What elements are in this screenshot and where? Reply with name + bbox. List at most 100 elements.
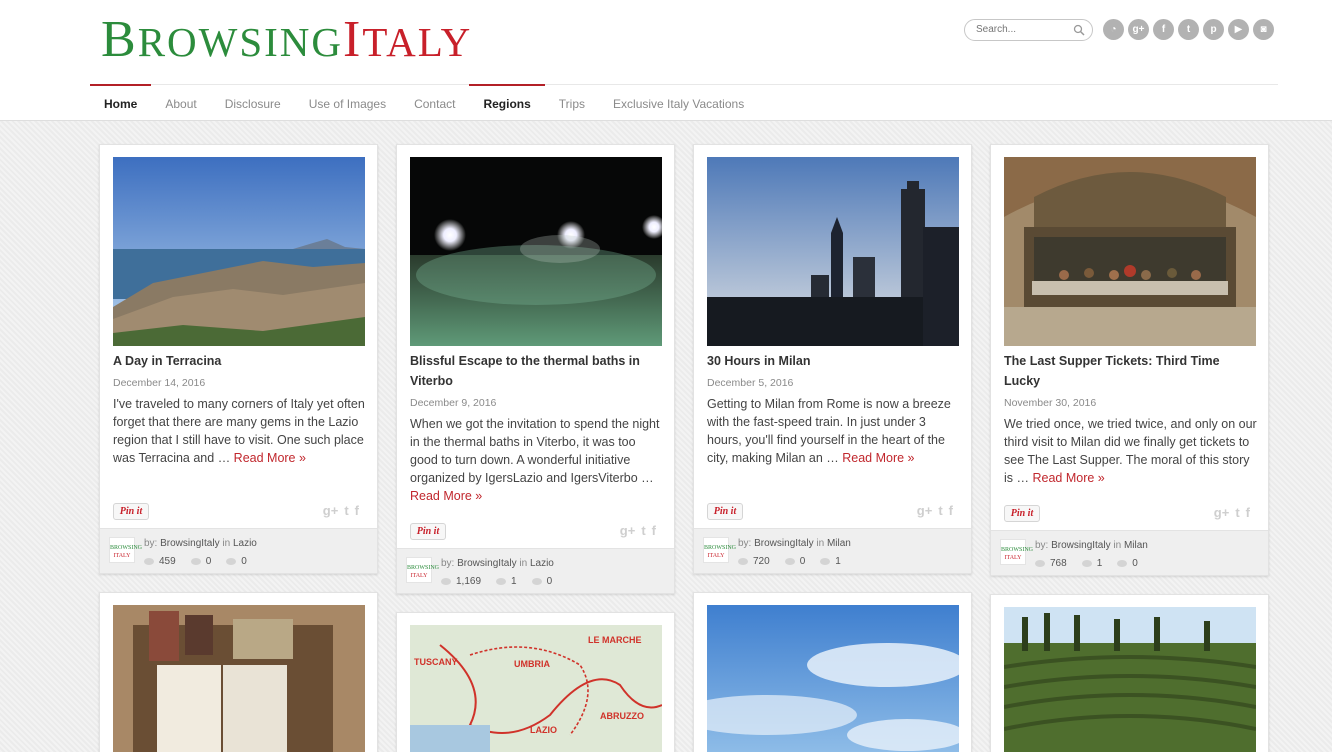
facebook-share-icon[interactable]: f [355, 503, 359, 518]
category-link[interactable]: Lazio [530, 558, 554, 569]
author-link[interactable]: BrowsingItaly [1051, 540, 1110, 551]
search-box[interactable] [964, 19, 1093, 41]
post-footer: BROWSING ITALY by: BrowsingItaly in Milan… [694, 528, 971, 573]
post-thumbnail[interactable] [1004, 607, 1256, 752]
post-byline: by: BrowsingItaly in Lazio [441, 558, 554, 569]
views-count: 720 [753, 556, 770, 567]
nav-use-of-images[interactable]: Use of Images [295, 84, 400, 121]
nav-exclusive-italy-vacations[interactable]: Exclusive Italy Vacations [599, 84, 758, 121]
author-link[interactable]: BrowsingItaly [457, 558, 516, 569]
facebook-share-icon[interactable]: f [1246, 505, 1250, 520]
post-thumbnail[interactable] [113, 605, 365, 752]
share-icons: g+ t f [323, 503, 359, 518]
facebook-share-icon[interactable]: f [652, 523, 656, 538]
author-link[interactable]: BrowsingItaly [160, 538, 219, 549]
search-icon[interactable] [1073, 24, 1085, 36]
post-title[interactable]: A Day in Terracina [113, 351, 365, 371]
pin-it-button[interactable]: Pin it [707, 503, 743, 520]
nav-disclosure[interactable]: Disclosure [211, 84, 295, 121]
post-thumbnail[interactable] [113, 157, 365, 346]
category-link[interactable]: Milan [1124, 540, 1148, 551]
pin-it-button[interactable]: Pin it [113, 503, 149, 520]
map-label-umbria: UMBRIA [514, 659, 550, 669]
post-thumbnail[interactable] [707, 605, 959, 752]
pinterest-icon[interactable]: p [1203, 19, 1224, 40]
comments-icon [496, 578, 507, 585]
google-plus-share-icon[interactable]: g+ [917, 503, 933, 518]
comments-count: 0 [799, 556, 806, 567]
likes-icon[interactable] [1117, 560, 1128, 567]
category-link[interactable]: Milan [827, 538, 851, 549]
comments-count: 1 [511, 576, 517, 587]
post-title[interactable]: 30 Hours in Milan [707, 351, 959, 371]
post-byline: by: BrowsingItaly in Milan [1035, 540, 1148, 551]
likes-icon[interactable] [820, 558, 831, 565]
site-logo[interactable]: BROWSINGITALY [101, 10, 472, 72]
post-card: LE MARCHE TUSCANY UMBRIA ABRUZZO LAZIO [396, 612, 675, 752]
facebook-icon[interactable]: f [1153, 19, 1174, 40]
nav-trips[interactable]: Trips [545, 84, 599, 121]
read-more-link[interactable]: Read More » [1032, 471, 1104, 485]
post-stats: 1,169 1 0 [441, 576, 552, 587]
post-date: December 9, 2016 [410, 397, 497, 409]
post-thumbnail[interactable]: LE MARCHE TUSCANY UMBRIA ABRUZZO LAZIO [410, 625, 662, 752]
google-plus-share-icon[interactable]: g+ [1214, 505, 1230, 520]
nav-contact[interactable]: Contact [400, 84, 469, 121]
share-icons: g+ t f [917, 503, 953, 518]
likes-icon[interactable] [531, 578, 542, 585]
read-more-link[interactable]: Read More » [410, 489, 482, 503]
post-thumbnail[interactable] [707, 157, 959, 346]
pin-it-button[interactable]: Pin it [410, 523, 446, 540]
category-link[interactable]: Lazio [233, 538, 257, 549]
search-input[interactable] [976, 24, 1071, 35]
share-icons: g+ t f [1214, 505, 1250, 520]
comments-icon [1081, 560, 1092, 567]
views-count: 459 [159, 556, 176, 567]
post-stats: 720 0 1 [738, 556, 841, 567]
instagram-icon[interactable]: ◙ [1253, 19, 1274, 40]
post-title[interactable]: Blissful Escape to the thermal baths in … [410, 351, 662, 391]
post-byline: by: BrowsingItaly in Milan [738, 538, 851, 549]
facebook-share-icon[interactable]: f [949, 503, 953, 518]
author-link[interactable]: BrowsingItaly [754, 538, 813, 549]
google-plus-share-icon[interactable]: g+ [620, 523, 636, 538]
post-thumbnail[interactable] [410, 157, 662, 346]
post-footer: BROWSING ITALY by: BrowsingItaly in Milan… [991, 530, 1268, 575]
google-plus-icon[interactable]: g+ [1128, 19, 1149, 40]
post-title[interactable]: The Last Supper Tickets: Third Time Luck… [1004, 351, 1256, 391]
post-card: The Last Supper Tickets: Third Time Luck… [990, 144, 1269, 576]
twitter-share-icon[interactable]: t [344, 503, 348, 518]
read-more-link[interactable]: Read More » [234, 451, 306, 465]
post-thumbnail[interactable] [1004, 157, 1256, 346]
likes-icon[interactable] [226, 558, 237, 565]
twitter-share-icon[interactable]: t [1235, 505, 1239, 520]
youtube-icon[interactable]: ▶ [1228, 19, 1249, 40]
likes-count: 1 [835, 556, 841, 567]
post-footer: BROWSING ITALY by: BrowsingItaly in Lazio… [100, 528, 377, 573]
main-nav: Home About Disclosure Use of Images Cont… [90, 84, 758, 121]
views-icon [441, 578, 451, 585]
views-count: 768 [1050, 558, 1067, 569]
post-card: 30 Hours in Milan December 5, 2016 Getti… [693, 144, 972, 574]
post-byline: by: BrowsingItaly in Lazio [144, 538, 257, 549]
nav-regions[interactable]: Regions [469, 84, 546, 121]
post-date: November 30, 2016 [1004, 397, 1097, 409]
pin-it-button[interactable]: Pin it [1004, 505, 1040, 522]
read-more-link[interactable]: Read More » [842, 451, 914, 465]
post-stats: 768 1 0 [1035, 558, 1138, 569]
twitter-share-icon[interactable]: t [641, 523, 645, 538]
post-date: December 5, 2016 [707, 377, 794, 389]
views-icon [1035, 560, 1045, 567]
twitter-icon[interactable]: t [1178, 19, 1199, 40]
likes-count: 0 [1132, 558, 1138, 569]
author-avatar: BROWSING ITALY [703, 537, 736, 563]
twitter-share-icon[interactable]: t [938, 503, 942, 518]
nav-about[interactable]: About [151, 84, 210, 121]
rss-icon[interactable]: ◔ [1103, 19, 1124, 40]
comments-count: 1 [1096, 558, 1103, 569]
google-plus-share-icon[interactable]: g+ [323, 503, 339, 518]
nav-home[interactable]: Home [90, 84, 152, 121]
likes-count: 0 [241, 556, 247, 567]
author-avatar: BROWSING ITALY [1000, 539, 1033, 565]
post-excerpt: Getting to Milan from Rome is now a bree… [707, 397, 951, 465]
